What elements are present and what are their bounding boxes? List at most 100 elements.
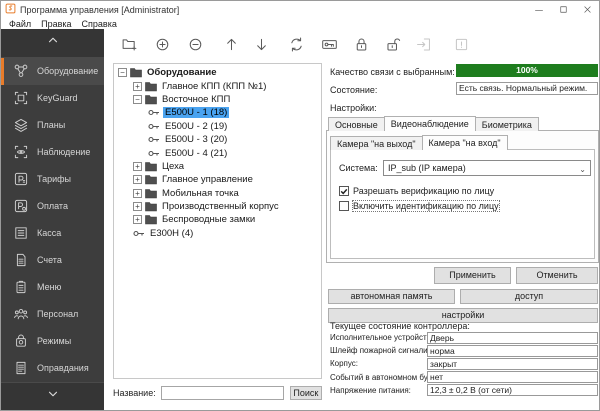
tree-expander[interactable]: − xyxy=(118,68,127,77)
tree-item[interactable]: +Главное управление xyxy=(114,173,321,186)
sidebar-item-payment[interactable]: Оплата xyxy=(1,193,104,220)
tree-expander[interactable]: + xyxy=(133,82,142,91)
tree-item[interactable]: E500U - 4 (21) xyxy=(114,146,321,159)
verification-checkbox[interactable] xyxy=(339,186,349,196)
move-down-icon[interactable] xyxy=(253,36,270,53)
identification-checkbox-row[interactable]: Включить идентификацию по лицу xyxy=(339,201,499,211)
apply-button[interactable]: Применить xyxy=(434,267,511,284)
key-card-icon[interactable] xyxy=(321,36,338,53)
camera-page: Система: IP_sub (IP камера) ⌄ Разрешать … xyxy=(330,149,595,259)
sidebar-collapse-button[interactable] xyxy=(1,29,104,58)
tree-item[interactable]: E500U - 3 (20) xyxy=(114,133,321,146)
surveillance-icon xyxy=(13,144,29,160)
search-button[interactable]: Поиск xyxy=(290,386,322,400)
tree-expander[interactable]: + xyxy=(133,202,142,211)
quality-progress: 100% xyxy=(456,64,598,77)
subtab-camera[interactable]: Камера "на вход" xyxy=(422,135,508,150)
sidebar-item-label: Оплата xyxy=(37,201,68,211)
tree-expander[interactable]: − xyxy=(133,95,142,104)
refresh-icon[interactable] xyxy=(288,36,305,53)
payment-icon xyxy=(13,198,29,214)
tree-item-label: E500U - 4 (21) xyxy=(163,148,229,159)
tree-expander[interactable]: + xyxy=(133,162,142,171)
tree-item-label: E500U - 2 (19) xyxy=(163,121,229,132)
zoom-in-icon[interactable] xyxy=(154,36,171,53)
folder-icon xyxy=(145,94,157,105)
folder-icon xyxy=(145,81,157,92)
system-select[interactable]: IP_sub (IP камера) ⌄ xyxy=(383,160,591,176)
settings-panel: Качество связи с выбранным: 100% Состоян… xyxy=(326,59,600,382)
minimize-button[interactable] xyxy=(527,1,551,18)
tree-item[interactable]: + Мобильная точка xyxy=(114,187,321,200)
search-input[interactable] xyxy=(161,386,284,400)
unlock-icon[interactable] xyxy=(385,36,402,53)
menu-item[interactable]: Файл xyxy=(4,19,36,29)
alert-icon xyxy=(453,36,470,53)
sidebar-item-plans[interactable]: Планы xyxy=(1,112,104,139)
tree-item[interactable]: +Главное КПП (КПП №1) xyxy=(114,79,321,92)
sidebar-item-staff[interactable]: Персонал xyxy=(1,301,104,328)
tree-item[interactable]: −Восточное КПП xyxy=(114,93,321,106)
autonomous-memory-button[interactable]: автономная память xyxy=(328,289,455,304)
status-row: Напряжение питания:12,3 ± 0,2 В (от сети… xyxy=(330,384,598,397)
sidebar-item-excuses[interactable]: Оправдания xyxy=(1,355,104,382)
sidebar-item-label: Оправдания xyxy=(37,363,89,373)
sidebar-item-surveillance[interactable]: Наблюдение xyxy=(1,139,104,166)
folder-icon xyxy=(130,67,142,78)
tab-видеонаблюдение[interactable]: Видеонаблюдение xyxy=(384,116,476,131)
equipment-icon xyxy=(13,63,29,79)
move-up-icon[interactable] xyxy=(223,36,240,53)
sidebar-item-cashdesk[interactable]: Касса xyxy=(1,220,104,247)
sidebar-more-button[interactable] xyxy=(1,382,104,411)
access-button[interactable]: доступ xyxy=(460,289,598,304)
close-button[interactable] xyxy=(575,1,599,18)
status-row: Корпус:закрыт xyxy=(330,357,598,370)
tab-биометрика[interactable]: Биометрика xyxy=(475,117,539,131)
tree-item-label: Мобильная точка xyxy=(160,188,241,199)
tab-основные[interactable]: Основные xyxy=(328,117,385,131)
status-row-value: закрыт xyxy=(427,358,598,370)
add-group-icon[interactable] xyxy=(121,36,138,53)
cancel-button[interactable]: Отменить xyxy=(516,267,598,284)
sidebar-item-accounts[interactable]: Счета xyxy=(1,247,104,274)
tree-expander[interactable]: + xyxy=(133,215,142,224)
status-row: Событий в автономном буфере:нет xyxy=(330,371,598,384)
zoom-out-icon[interactable] xyxy=(187,36,204,53)
sidebar-item-menu[interactable]: Меню xyxy=(1,274,104,301)
tree-expander[interactable]: + xyxy=(133,189,142,198)
device-key-icon xyxy=(148,122,160,131)
sidebar-item-keyguard[interactable]: KeyGuard xyxy=(1,85,104,112)
tree-item[interactable]: E500U - 2 (19) xyxy=(114,120,321,133)
menu-item[interactable]: Справка xyxy=(77,19,122,29)
tree-item[interactable]: −Оборудование xyxy=(114,66,321,79)
folder-icon xyxy=(145,214,157,225)
folder-icon xyxy=(145,188,157,199)
tree-item[interactable]: +Производственный корпус xyxy=(114,200,321,213)
lock-icon[interactable] xyxy=(353,36,370,53)
quality-label: Качество связи с выбранным: xyxy=(330,67,455,77)
menu-item[interactable]: Правка xyxy=(36,19,76,29)
folder-icon xyxy=(145,161,157,172)
device-tree: −Оборудование+Главное КПП (КПП №1)−Восто… xyxy=(113,63,322,379)
subtab-camera[interactable]: Камера "на выход" xyxy=(330,136,423,150)
sidebar: ОборудованиеKeyGuardПланыНаблюдение Тариф… xyxy=(1,29,104,410)
tariffs-icon xyxy=(13,171,29,187)
identification-checkbox[interactable] xyxy=(339,201,349,211)
tab-page: Камера "на выход"Камера "на вход" Систем… xyxy=(326,130,599,263)
tree-item[interactable]: E300H (4) xyxy=(114,227,321,240)
sidebar-item-modes[interactable]: Режимы xyxy=(1,328,104,355)
tree-item[interactable]: E500U - 1 (18) xyxy=(114,106,321,119)
status-row-value: Дверь xyxy=(427,332,598,344)
maximize-button[interactable] xyxy=(551,1,575,18)
tree-expander[interactable]: + xyxy=(133,175,142,184)
tree-item[interactable]: +Цеха xyxy=(114,160,321,173)
tree-item-label: E300H (4) xyxy=(148,228,195,239)
verification-checkbox-row[interactable]: Разрешать верификацию по лицу xyxy=(339,186,494,196)
folder-icon xyxy=(145,174,157,185)
sidebar-item-label: Тарифы xyxy=(37,174,71,184)
sidebar-item-tariffs[interactable]: Тарифы xyxy=(1,166,104,193)
tree-item[interactable]: +Беспроводные замки xyxy=(114,213,321,226)
sidebar-item-equipment[interactable]: Оборудование xyxy=(1,58,104,85)
device-key-icon xyxy=(148,108,160,117)
identification-label: Включить идентификацию по лицу xyxy=(353,201,499,211)
